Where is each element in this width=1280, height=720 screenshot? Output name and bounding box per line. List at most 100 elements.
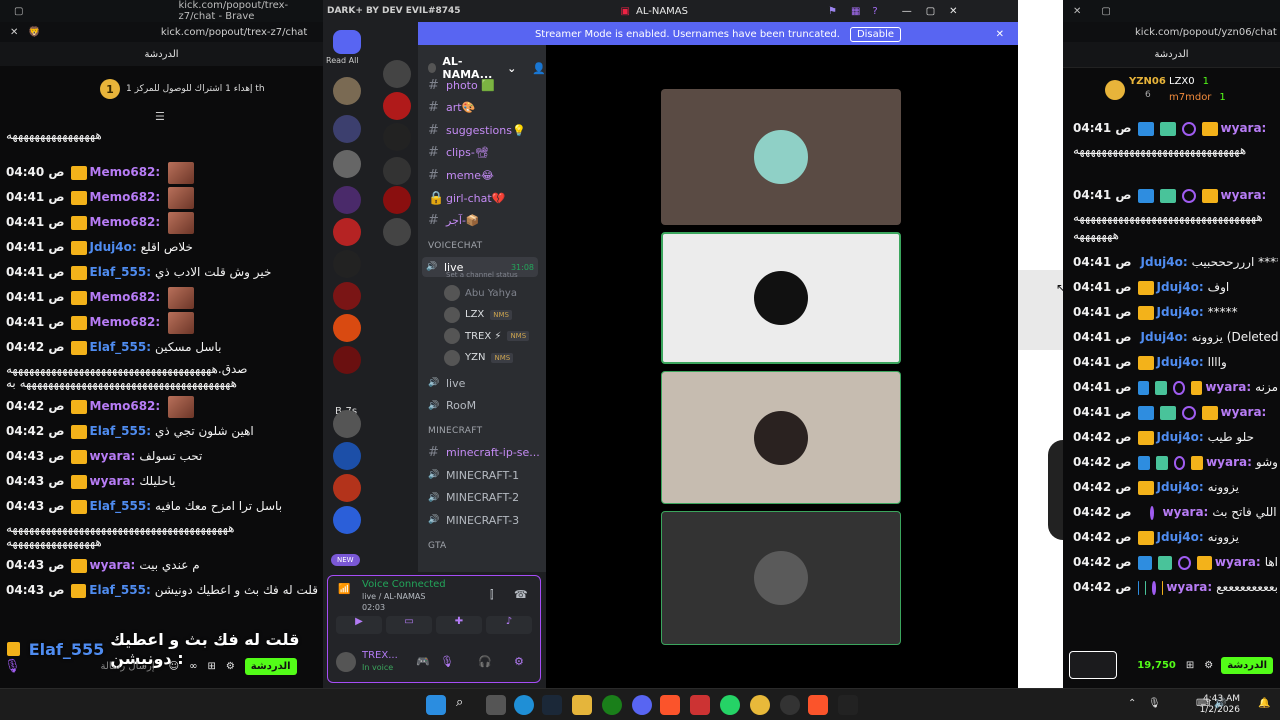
message-username[interactable]: wyara:	[1166, 575, 1212, 600]
message-username[interactable]: Memo682:	[90, 394, 161, 419]
chat-message[interactable]: 04:42 ص Jduj4o: يزوونه	[1073, 525, 1278, 550]
voice-channel[interactable]: 🔊 MINECRAFT-3	[428, 510, 519, 530]
avatar[interactable]	[336, 652, 356, 672]
chat-message[interactable]: 04:43 ص Elaf_555: باسل ترا امزح معك مافيه	[6, 494, 318, 519]
chat-message[interactable]: 04:43 ص Elaf_555: قلت له فك بث و اعطيك دون…	[6, 578, 318, 603]
gear-icon[interactable]: ⚙	[514, 655, 524, 668]
left-address-bar[interactable]: ✕ 🦁 kick.com/popout/trex-z7/chat	[0, 22, 323, 42]
message-username[interactable]: wyara:	[90, 553, 136, 578]
chat-message[interactable]: 04:43 ص wyara: م عندي بيت	[6, 553, 318, 578]
text-channel[interactable]: # art🎨	[428, 98, 475, 118]
chat-message[interactable]: 04:41 ص Memo682:	[6, 285, 318, 310]
chat-message[interactable]: 04:42 ص Jduj4o: حلو طيب	[1073, 425, 1278, 450]
voice-channel[interactable]: 🔊 MINECRAFT-1	[428, 465, 519, 485]
message-username[interactable]: wyara:	[1205, 375, 1251, 400]
url-text[interactable]: kick.com/popout/trex-z7/chat	[161, 27, 308, 38]
send-button[interactable]: الدردشة	[244, 657, 297, 675]
help-icon[interactable]: ?	[872, 6, 877, 17]
brave-icon[interactable]	[808, 695, 828, 715]
channel-category[interactable]: MINECRAFT	[428, 426, 482, 436]
message-username[interactable]: Memo682:	[90, 210, 161, 235]
voice-location[interactable]: live / AL-NAMAS	[362, 592, 425, 601]
message-username[interactable]: wyara:	[90, 444, 136, 469]
chat-message[interactable]: 04:41 ص Jduj4o: خلاص اقلع	[6, 235, 318, 260]
text-channel[interactable]: # minecraft-ip-se...	[428, 442, 540, 462]
activities-button[interactable]: ✚	[436, 616, 482, 634]
server-icon[interactable]	[383, 92, 411, 120]
voice-channel[interactable]: 🔊 live	[428, 373, 465, 393]
message-username[interactable]: Elaf_555:	[90, 260, 151, 285]
emote-icon[interactable]: 🎙	[4, 659, 21, 674]
message-username[interactable]: Jduj4o:	[90, 235, 137, 260]
voice-channel[interactable]: 🔊 RooM	[428, 396, 476, 416]
chat-message[interactable]: 04:43 ص wyara: ياحليلك	[6, 469, 318, 494]
pin-toggle-icon[interactable]: ☰	[155, 110, 165, 123]
soundboard-button[interactable]: ♪	[486, 616, 532, 634]
screen-share-button[interactable]: ▭	[386, 616, 432, 634]
message-username[interactable]: Jduj4o:	[1157, 350, 1204, 375]
text-channel[interactable]: # meme😂	[428, 165, 494, 185]
message-username[interactable]: wyara:	[90, 469, 136, 494]
message-username[interactable]: Jduj4o:	[1157, 525, 1204, 550]
microphone-icon[interactable]: 🎙	[1148, 698, 1161, 709]
send-button[interactable]: الدردشة	[1221, 656, 1273, 674]
chat-message[interactable]: 04:41 ص Jduj4o: اوف	[1073, 275, 1278, 300]
message-username[interactable]: wyara:	[1221, 183, 1267, 208]
right-address-bar[interactable]: kick.com/popout/yzn06/chat	[1063, 22, 1280, 42]
epic-games-icon[interactable]	[838, 695, 858, 715]
window-icon[interactable]: ▢	[1101, 6, 1110, 17]
message-username[interactable]: Jduj4o:	[1157, 475, 1204, 500]
disable-button[interactable]: Disable	[849, 26, 902, 42]
clock[interactable]: 4:43 AM 1/2/2026	[1200, 694, 1240, 716]
chat-message[interactable]: هههههههههههههههههههههههههههههههههه ههههه…	[1073, 208, 1278, 250]
brave-icon[interactable]	[660, 695, 680, 715]
text-channel[interactable]: # photo 🟩	[428, 75, 495, 95]
chat-message[interactable]: 04:41 ص wyara:	[1073, 183, 1278, 208]
noise-suppression-icon[interactable]: ⫿	[490, 588, 494, 602]
video-tile[interactable]	[661, 371, 901, 504]
search-icon[interactable]: ⌕	[456, 695, 476, 715]
gift-icon[interactable]: ⊞	[207, 661, 215, 672]
message-username[interactable]: Elaf_555:	[90, 335, 151, 360]
chat-message[interactable]: 04:42 ص Elaf_555: اهين شلون تجي ذي	[6, 419, 318, 444]
server-icon[interactable]	[383, 157, 411, 185]
chat-message[interactable]: 04:41 ص Memo682:	[6, 210, 318, 235]
folder-icon[interactable]	[333, 115, 361, 143]
chat-message[interactable]: صدق.هههههههههههههههههههههههههههههههههههه…	[6, 360, 318, 394]
message-username[interactable]: Elaf_555:	[89, 578, 150, 603]
app-icon[interactable]	[780, 695, 800, 715]
chat-message[interactable]: ههههههههههههههههه	[6, 126, 318, 160]
server-icon[interactable]	[333, 186, 361, 214]
whatsapp-icon[interactable]	[720, 695, 740, 715]
notification-bell-icon[interactable]: 🔔	[1258, 698, 1270, 709]
server-icon[interactable]	[333, 150, 361, 178]
message-username[interactable]: Jduj4o:	[1157, 275, 1204, 300]
gamepad-icon[interactable]: 🎮	[416, 655, 430, 668]
video-tile[interactable]	[661, 511, 901, 645]
server-icon[interactable]	[333, 282, 361, 310]
app-icon[interactable]	[690, 695, 710, 715]
server-icon[interactable]	[383, 218, 411, 246]
server-icon[interactable]	[333, 346, 361, 374]
server-icon[interactable]	[383, 186, 411, 214]
channel-category[interactable]: VOICECHAT	[428, 241, 482, 251]
message-username[interactable]: Memo682:	[90, 160, 161, 185]
microphone-icon[interactable]: 🎙	[440, 655, 454, 668]
server-icon[interactable]	[383, 123, 411, 151]
chat-message[interactable]: 04:41 ص wyara:	[1073, 400, 1278, 425]
close-icon[interactable]: ✕	[996, 29, 1004, 40]
chat-message[interactable]: هههههههههههههههههههههههههههههههههههههههه…	[6, 519, 318, 553]
server-icon[interactable]	[333, 77, 361, 105]
close-icon[interactable]: ✕	[1073, 6, 1081, 17]
infinity-icon[interactable]: ∞	[189, 661, 197, 672]
message-input[interactable]: إرسال رسالة	[101, 661, 155, 672]
file-explorer-icon[interactable]	[572, 695, 592, 715]
chat-message[interactable]: 04:42 ص Elaf_555: باسل مسكين	[6, 335, 318, 360]
chrome-icon[interactable]	[750, 695, 770, 715]
message-username[interactable]: Jduj4o:	[1141, 250, 1188, 275]
tray-chevron-icon[interactable]: ⌃	[1128, 698, 1136, 709]
url-text[interactable]: kick.com/popout/yzn06/chat	[1135, 27, 1277, 38]
chat-message[interactable]: 04:41 ص Jduj4o:ارررحححبيب *****	[1073, 250, 1278, 275]
start-icon[interactable]	[426, 695, 446, 715]
message-username[interactable]: Elaf_555:	[90, 419, 151, 444]
